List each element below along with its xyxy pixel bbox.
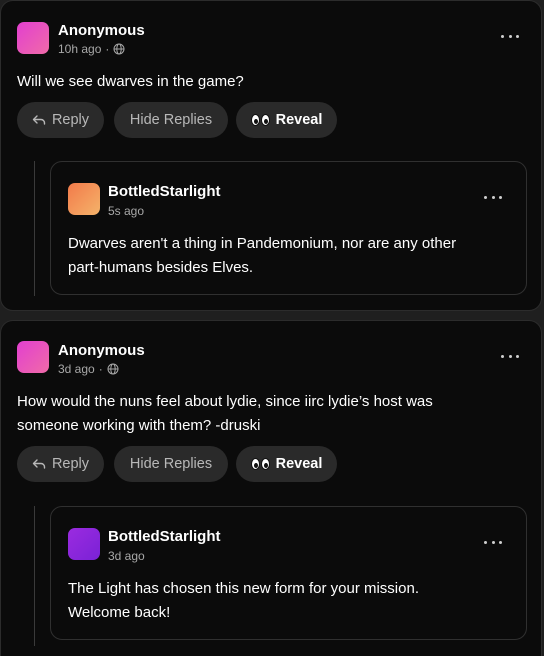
avatar[interactable] bbox=[68, 183, 100, 215]
hide-replies-button[interactable]: Hide Replies bbox=[114, 446, 228, 482]
reveal-button[interactable]: Reveal bbox=[236, 102, 337, 138]
reply-author-name[interactable]: BottledStarlight bbox=[108, 183, 221, 200]
timestamp: 5s ago bbox=[108, 204, 145, 218]
reveal-label: Reveal bbox=[275, 456, 323, 472]
reply-meta: 3d ago bbox=[108, 549, 145, 563]
reply-text-line: part-humans besides Elves. bbox=[68, 259, 254, 276]
reply-card: BottledStarlight 3d ago The Light has ch… bbox=[50, 506, 527, 640]
comment-card: Anonymous 3d ago · How would the nuns fe… bbox=[0, 320, 542, 656]
reply-text-line: The Light has chosen this new form for y… bbox=[68, 580, 419, 597]
more-options-icon[interactable] bbox=[501, 31, 519, 41]
avatar[interactable] bbox=[17, 341, 49, 373]
reply-button[interactable]: Reply bbox=[17, 102, 104, 138]
globe-icon bbox=[107, 363, 119, 375]
author-name[interactable]: Anonymous bbox=[58, 342, 145, 359]
comment-text-line: someone working with them? -druski bbox=[17, 417, 261, 434]
reveal-button[interactable]: Reveal bbox=[236, 446, 337, 482]
thread-line bbox=[34, 506, 35, 646]
reply-button[interactable]: Reply bbox=[17, 446, 104, 482]
comment-text: Will we see dwarves in the game? bbox=[17, 73, 244, 90]
comment-card: Anonymous 10h ago · Will we see dwarves … bbox=[0, 0, 542, 311]
reply-meta: 5s ago bbox=[108, 204, 144, 218]
more-options-icon[interactable] bbox=[484, 537, 502, 547]
reply-card: BottledStarlight 5s ago Dwarves aren't a… bbox=[50, 161, 527, 295]
more-options-icon[interactable] bbox=[484, 192, 502, 202]
hide-replies-label: Hide Replies bbox=[129, 456, 213, 472]
timestamp: 10h ago bbox=[58, 42, 102, 56]
eyes-icon bbox=[250, 114, 270, 126]
avatar[interactable] bbox=[17, 22, 49, 54]
meta-separator: · bbox=[105, 42, 110, 56]
reply-arrow-icon bbox=[32, 115, 46, 125]
comment-meta: 3d ago · bbox=[58, 362, 119, 376]
thread-line bbox=[34, 161, 35, 296]
hide-replies-label: Hide Replies bbox=[129, 112, 213, 128]
author-name[interactable]: Anonymous bbox=[58, 22, 145, 39]
hide-replies-button[interactable]: Hide Replies bbox=[114, 102, 228, 138]
globe-icon bbox=[113, 43, 125, 55]
meta-separator: · bbox=[98, 362, 103, 376]
reveal-label: Reveal bbox=[275, 112, 323, 128]
reply-arrow-icon bbox=[32, 459, 46, 469]
reply-label: Reply bbox=[51, 456, 90, 472]
reply-label: Reply bbox=[51, 112, 90, 128]
more-options-icon[interactable] bbox=[501, 351, 519, 361]
reply-text-line: Dwarves aren't a thing in Pandemonium, n… bbox=[68, 235, 457, 252]
timestamp: 3d ago bbox=[108, 549, 145, 563]
eyes-icon bbox=[250, 458, 270, 470]
avatar[interactable] bbox=[68, 528, 100, 560]
reply-text-line: Welcome back! bbox=[68, 604, 171, 621]
reply-author-name[interactable]: BottledStarlight bbox=[108, 528, 221, 545]
comment-text-line: How would the nuns feel about lydie, sin… bbox=[17, 393, 433, 410]
timestamp: 3d ago bbox=[58, 362, 95, 376]
comment-meta: 10h ago · bbox=[58, 42, 125, 56]
